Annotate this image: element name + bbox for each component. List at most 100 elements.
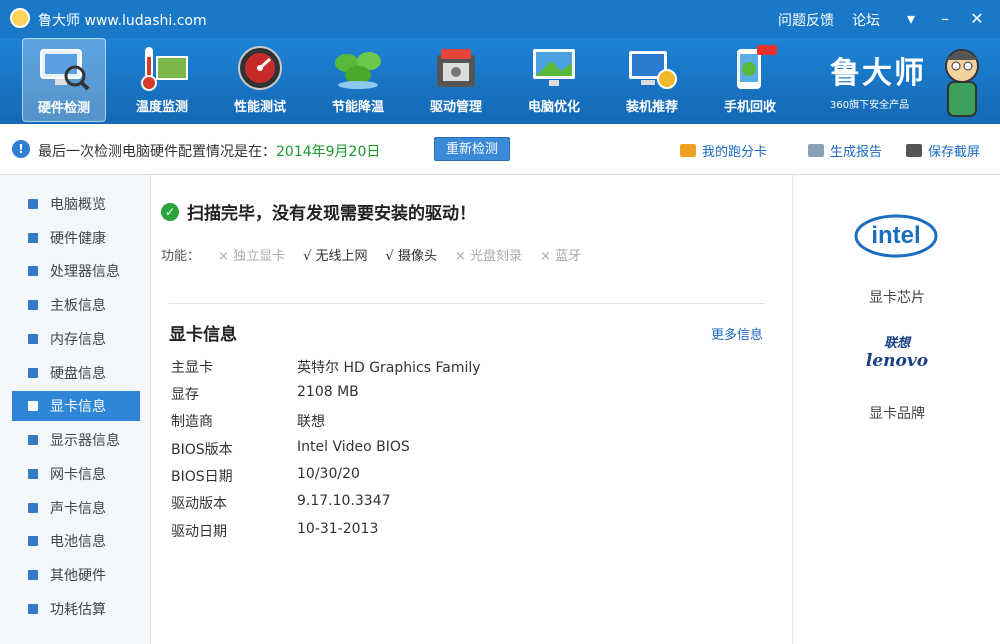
info-value: Intel Video BIOS [297, 439, 410, 455]
scan-result: ✓ 扫描完毕，没有发现需要安装的驱动！ [161, 199, 476, 224]
tool-label: 温度监测 [135, 100, 188, 115]
sidebar-item-label: 硬件健康 [50, 231, 106, 247]
title-bar: 鲁大师 www.ludashi.com 问题反馈 论坛 ▾ – ✕ [0, 0, 1000, 38]
monitor-magnifier-icon [37, 45, 91, 93]
tool-label: 手机回收 [723, 100, 776, 115]
score-card-icon [680, 144, 696, 157]
tool-label: 电脑优化 [527, 100, 580, 115]
lenovo-cn: 联想 [883, 336, 910, 351]
brand-area: 鲁大师 360旗下安全产品 [826, 42, 992, 122]
info-value: 10/30/20 [297, 466, 360, 482]
intel-logo: intel [853, 211, 939, 261]
bullet-icon [28, 334, 38, 344]
bullet-icon [28, 536, 38, 546]
sidebar-item-monitor[interactable]: 显示器信息 [12, 425, 140, 455]
recheck-button[interactable]: 重新检测 [434, 137, 510, 161]
tool-label: 硬件检测 [37, 101, 90, 116]
feature-item: √ 无线上网 [303, 245, 367, 264]
app-logo-icon [10, 8, 30, 28]
menu-dropdown-icon[interactable]: ▾ [898, 6, 924, 32]
tool-hardware-check[interactable]: 硬件检测 [22, 38, 106, 122]
feature-mark: × [454, 249, 466, 264]
sidebar-item-battery[interactable]: 电池信息 [12, 526, 140, 556]
bullet-icon [28, 570, 38, 580]
tool-energy-saving[interactable]: 节能降温 [316, 38, 400, 122]
tool-temperature[interactable]: 温度监测 [120, 38, 204, 122]
feature-item: × 独立显卡 [218, 245, 285, 264]
sidebar-item-sound[interactable]: 声卡信息 [12, 493, 140, 523]
generate-report-link[interactable]: 生成报告 [808, 141, 882, 160]
sidebar-item-label: 显卡信息 [50, 399, 106, 415]
last-check-text: 最后一次检测电脑硬件配置情况是在：2014年9月20日 [38, 141, 380, 161]
feature-label: 无线上网 [315, 249, 368, 264]
status-bar: ! 最后一次检测电脑硬件配置情况是在：2014年9月20日 重新检测 我的跑分卡… [0, 124, 1000, 175]
info-value: 2108 MB [297, 384, 359, 400]
app-title: 鲁大师 www.ludashi.com [38, 13, 207, 29]
last-check-prefix: 最后一次检测电脑硬件配置情况是在： [38, 144, 276, 160]
bullet-icon [28, 233, 38, 243]
bullet-icon [28, 266, 38, 276]
sidebar-item-label: 主板信息 [50, 298, 106, 314]
lenovo-logo: 联想 lenovo [847, 337, 947, 375]
sidebar-item-motherboard[interactable]: 主板信息 [12, 290, 140, 320]
speedometer-icon [233, 44, 287, 92]
sidebar-item-hardware-health[interactable]: 硬件健康 [12, 223, 140, 253]
feature-label: 光盘刻录 [470, 249, 523, 264]
info-key: 驱动日期 [171, 524, 227, 540]
score-card-link[interactable]: 我的跑分卡 [680, 141, 767, 160]
tool-pc-recommend[interactable]: 装机推荐 [610, 38, 694, 122]
brand-subtitle: 360旗下安全产品 [830, 100, 910, 111]
sidebar-item-disk[interactable]: 硬盘信息 [12, 358, 140, 388]
tool-driver-management[interactable]: 驱动管理 [414, 38, 498, 122]
lenovo-en: lenovo [865, 351, 929, 371]
check-circle-icon: ✓ [161, 202, 179, 221]
info-key: 显存 [171, 387, 199, 403]
generate-report-label: 生成报告 [830, 145, 883, 160]
feature-item: √ 摄像头 [386, 245, 437, 264]
tool-performance[interactable]: 性能测试 [218, 38, 302, 122]
sidebar-item-overview[interactable]: 电脑概览 [12, 189, 140, 219]
save-screenshot-label: 保存截屏 [928, 145, 981, 160]
feedback-link[interactable]: 问题反馈 [778, 10, 834, 30]
sidebar-item-label: 内存信息 [50, 332, 106, 348]
tool-label: 驱动管理 [429, 100, 482, 115]
sidebar-item-cpu[interactable]: 处理器信息 [12, 256, 140, 286]
brand-caption: 显卡品牌 [869, 406, 925, 422]
sidebar-item-label: 电脑概览 [50, 197, 106, 213]
tool-phone-recycle[interactable]: 手机回收 [708, 38, 792, 122]
minimize-button[interactable]: – [932, 6, 958, 32]
info-value: 联想 [297, 414, 325, 430]
sidebar-item-label: 硬盘信息 [50, 366, 106, 382]
info-value: 9.17.10.3347 [297, 493, 391, 509]
sidebar-item-graphics[interactable]: 显卡信息 [12, 391, 140, 421]
bullet-icon [28, 401, 38, 411]
tool-label: 性能测试 [233, 100, 286, 115]
bullet-icon [28, 435, 38, 445]
sidebar-item-label: 网卡信息 [50, 467, 106, 483]
bullet-icon [28, 199, 38, 209]
feature-label: 蓝牙 [555, 249, 582, 264]
sidebar: 电脑概览 硬件健康 处理器信息 主板信息 内存信息 硬盘信息 显卡信息 显示器信… [0, 175, 151, 644]
sidebar-item-network[interactable]: 网卡信息 [12, 459, 140, 489]
phone-recycle-icon [723, 44, 777, 92]
ludashi-window: 鲁大师 www.ludashi.com 问题反馈 论坛 ▾ – ✕ 硬件检测 温… [0, 0, 1000, 644]
info-key: 驱动版本 [171, 496, 227, 512]
bullet-icon [28, 469, 38, 479]
sidebar-item-other[interactable]: 其他硬件 [12, 560, 140, 590]
sidebar-item-label: 其他硬件 [50, 568, 106, 584]
feature-label: 摄像头 [397, 249, 437, 264]
last-check-date: 2014年9月20日 [276, 144, 381, 160]
tool-label: 节能降温 [331, 100, 384, 115]
more-info-link[interactable]: 更多信息 [711, 324, 763, 343]
bullet-icon [28, 368, 38, 378]
sidebar-item-label: 处理器信息 [50, 264, 120, 280]
close-button[interactable]: ✕ [964, 6, 990, 32]
save-screenshot-link[interactable]: 保存截屏 [906, 141, 980, 160]
sidebar-item-memory[interactable]: 内存信息 [12, 324, 140, 354]
feature-item: × 蓝牙 [540, 245, 581, 264]
leaf-icon [331, 44, 385, 92]
sidebar-item-power[interactable]: 功耗估算 [12, 594, 140, 624]
feature-mark: × [540, 249, 551, 264]
forum-link[interactable]: 论坛 [852, 10, 880, 30]
tool-pc-optimize[interactable]: 电脑优化 [512, 38, 596, 122]
